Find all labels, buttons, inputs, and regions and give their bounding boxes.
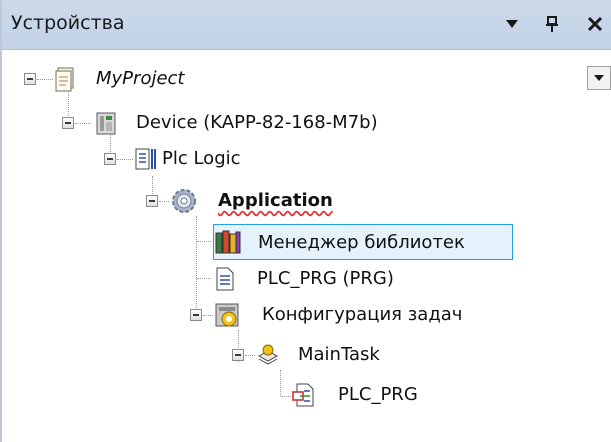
tree-item-task-configuration[interactable]: Конфигурация задач [190,298,520,332]
tree-connector [197,278,211,279]
tree-connector [280,370,281,396]
tree-item-maintask[interactable]: MainTask [232,338,432,372]
task-icon [257,344,279,365]
tree-item-application[interactable]: Application [146,184,366,218]
project-icon [55,67,74,92]
collapse-toggle[interactable] [104,153,116,165]
tree-connector [159,201,169,202]
tree-item-label: MainTask [298,344,380,365]
pin-button[interactable] [539,10,565,38]
triangle-down-icon [594,75,604,81]
collapse-toggle[interactable] [232,349,244,361]
triangle-down-icon [506,20,518,28]
collapse-toggle[interactable] [62,117,74,129]
tree-item-plc-logic[interactable]: Plc Logic [104,142,304,176]
panel-menu-button[interactable] [499,10,525,38]
tree-item-plc-prg-call[interactable]: PLC_PRG [292,378,492,412]
tree-item-label: PLC_PRG [338,384,418,405]
gear-icon [172,189,196,213]
tree-item-device[interactable]: Device (KAPP-82-168-M7b) [62,106,422,140]
collapse-toggle[interactable] [190,309,202,321]
devices-panel: Устройства MyProject Device (KAPP-82-168… [0,0,611,442]
tree-dropdown-button[interactable] [587,66,611,90]
pin-icon [546,16,558,32]
device-icon [96,112,116,135]
tree-item-plc-prg[interactable]: PLC_PRG (PRG) [213,262,473,296]
tree-item-library-manager[interactable]: Менеджер библиотек [213,224,513,260]
tree-item-label: PLC_PRG (PRG) [257,268,394,289]
collapse-toggle[interactable] [146,195,158,207]
pou-icon [216,267,234,291]
close-icon [587,16,603,32]
tree-connector [117,159,133,160]
tree-item-label: Plc Logic [162,148,241,169]
tree-connector [75,123,91,124]
tree-item-label: Конфигурация задач [262,304,463,325]
tree-item-label: Application [218,190,333,211]
plc-logic-icon [135,148,156,170]
tree-connector [197,241,211,242]
collapse-toggle[interactable] [24,73,36,85]
tree-connector [281,396,291,397]
tree-item-label: MyProject [96,68,185,89]
tree-item-label: Device (KAPP-82-168-M7b) [136,112,378,133]
task-configuration-icon [215,303,239,327]
close-button[interactable] [582,10,608,38]
library-icon [215,230,241,254]
tree-connector [245,355,255,356]
program-call-icon [292,383,314,407]
panel-titlebar: Устройства [2,0,611,50]
tree-item-project[interactable]: MyProject [24,62,224,96]
tree-item-label: Менеджер библиотек [258,232,465,253]
panel-title: Устройства [11,12,125,34]
tree-connector [203,315,213,316]
tree-connector [37,79,53,80]
